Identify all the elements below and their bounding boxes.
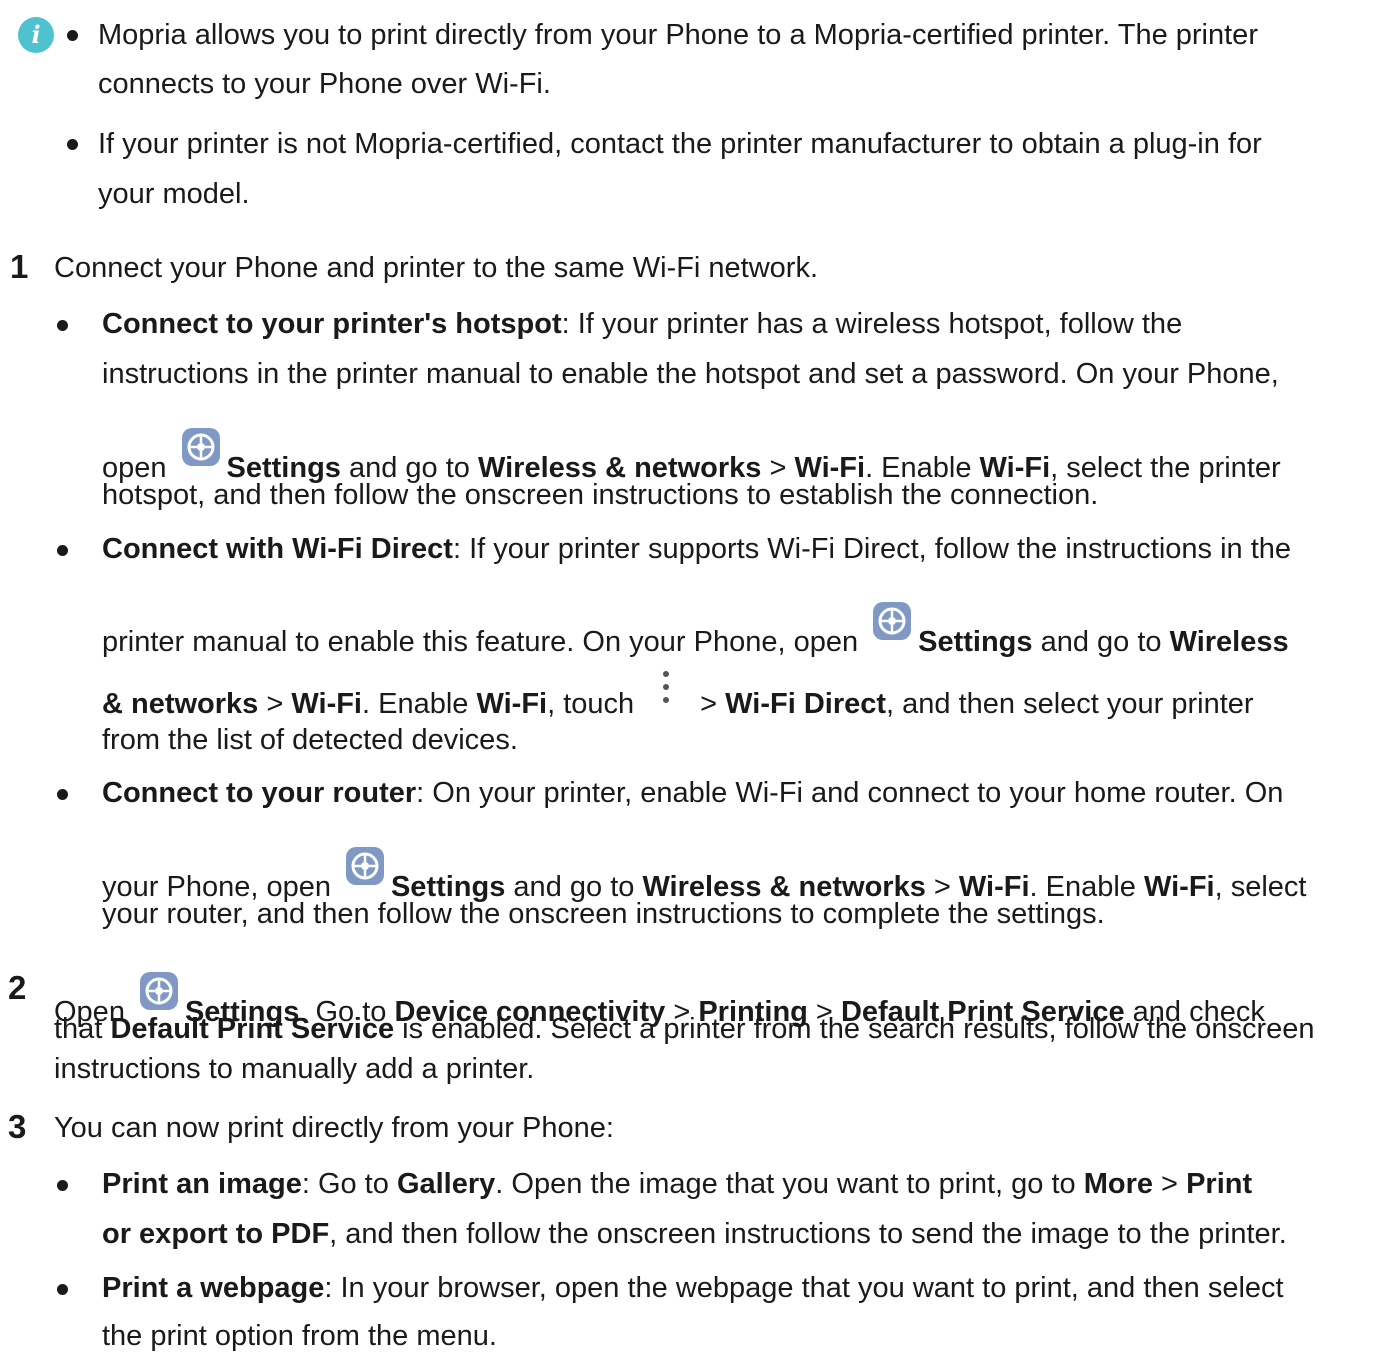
print-image-text: , and then follow the onscreen instructi… [329, 1218, 1287, 1250]
export-pdf-label: or export to PDF [102, 1218, 330, 1250]
print-image-text: : Go to [301, 1168, 397, 1200]
wifi-label: Wi-Fi [1144, 871, 1215, 903]
print-image-title: Print an image [102, 1168, 302, 1200]
bullet-dot [57, 1180, 68, 1191]
step2-text: that [54, 1013, 111, 1045]
more-label: More [1083, 1168, 1153, 1200]
print-webpage-line: the print option from the menu. [102, 1320, 497, 1352]
note-text: Mopria allows you to print directly from… [98, 19, 1258, 51]
step-number: 2 [8, 969, 27, 1006]
gallery-label: Gallery [396, 1168, 496, 1200]
hotspot-text: : If your printer has a wireless hotspot… [561, 308, 1183, 340]
default-print-service-label: Default Print Service [110, 1013, 395, 1045]
note-text: If your printer is not Mopria-certified,… [98, 128, 1262, 160]
info-icon: i [18, 17, 54, 53]
hotspot-line: hotspot, and then follow the onscreen in… [102, 479, 1099, 511]
step2-text: is enabled. Select a printer from the se… [394, 1013, 1315, 1045]
settings-gear-icon [181, 428, 220, 466]
direct-title: Connect with Wi-Fi Direct [102, 533, 453, 565]
direct-line: Connect with Wi-Fi Direct: If your print… [102, 531, 1291, 567]
more-vertical-icon [660, 671, 672, 711]
separator: > [1153, 1168, 1187, 1200]
direct-line: from the list of detected devices. [102, 724, 518, 756]
direct-line: printer manual to enable this feature. O… [102, 601, 1289, 660]
step2-line: that Default Print Service is enabled. S… [54, 1011, 1315, 1047]
settings-gear-icon [345, 847, 384, 885]
settings-gear-icon [139, 972, 178, 1010]
print-webpage-title: Print a webpage [102, 1272, 325, 1304]
direct-text: , touch [547, 688, 635, 720]
print-webpage-line: Print a webpage: In your browser, open t… [102, 1270, 1284, 1306]
settings-label: Settings [918, 626, 1033, 658]
step2-line: instructions to manually add a printer. [54, 1053, 535, 1085]
print-image-text: . Open the image that you want to print,… [495, 1168, 1084, 1200]
print-image-line: or export to PDF, and then follow the on… [102, 1216, 1287, 1252]
direct-text: : If your printer supports Wi-Fi Direct,… [452, 533, 1292, 565]
bullet-dot [57, 545, 68, 556]
separator: > [700, 688, 726, 720]
direct-text: and go to [1032, 626, 1170, 658]
print-label: Print [1186, 1168, 1253, 1200]
wifi-direct-label: Wi-Fi Direct [725, 688, 887, 720]
router-text: , select [1214, 871, 1307, 903]
bullet-dot [57, 1284, 68, 1295]
step-text: Connect your Phone and printer to the sa… [54, 252, 819, 284]
hotspot-line: Connect to your printer's hotspot: If yo… [102, 306, 1182, 342]
wireless-label: & networks [102, 688, 259, 720]
step-number: 3 [8, 1108, 27, 1145]
direct-text: printer manual to enable this feature. O… [102, 626, 859, 658]
print-webpage-text: : In your browser, open the webpage that… [324, 1272, 1284, 1304]
separator: > [258, 688, 292, 720]
router-line: your router, and then follow the onscree… [102, 898, 1105, 930]
direct-line: & networks > Wi-Fi. Enable Wi-Fi, touch >… [102, 671, 1254, 722]
wifi-label: Wi-Fi [291, 688, 362, 720]
direct-text: , and then select your printer [886, 688, 1254, 720]
router-title: Connect to your router [102, 777, 417, 809]
bullet-dot [67, 139, 78, 150]
direct-text: . Enable [362, 688, 477, 720]
router-line: Connect to your router: On your printer,… [102, 775, 1283, 811]
settings-gear-icon [873, 602, 912, 640]
bullet-dot [67, 30, 78, 41]
bullet-dot [57, 789, 68, 800]
print-image-line: Print an image: Go to Gallery. Open the … [102, 1166, 1252, 1202]
step-number: 1 [10, 248, 29, 285]
step-text: You can now print directly from your Pho… [54, 1112, 614, 1144]
bullet-dot [57, 320, 68, 331]
router-text: : On your printer, enable Wi-Fi and conn… [416, 777, 1284, 809]
wireless-label: Wireless [1169, 626, 1289, 658]
note-text: your model. [98, 178, 250, 210]
hotspot-line: instructions in the printer manual to en… [102, 358, 1279, 390]
note-text: connects to your Phone over Wi-Fi. [98, 68, 551, 100]
wifi-label: Wi-Fi [476, 688, 548, 720]
hotspot-title: Connect to your printer's hotspot [102, 308, 562, 340]
